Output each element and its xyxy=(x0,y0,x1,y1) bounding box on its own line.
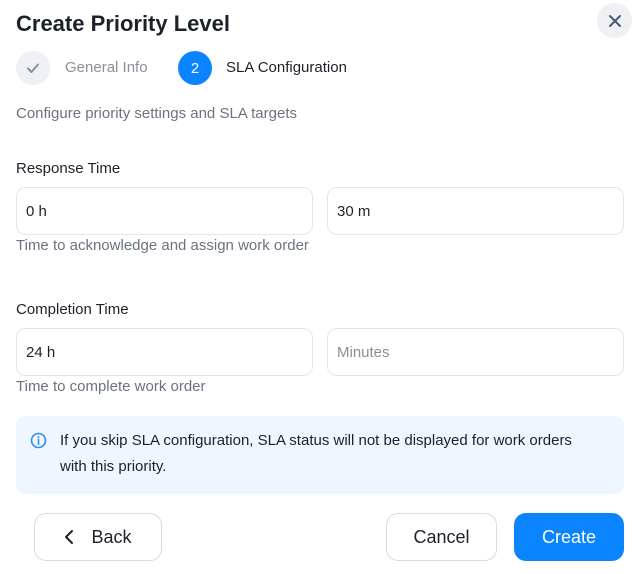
completion-hours-input[interactable] xyxy=(16,328,313,376)
check-icon xyxy=(27,63,39,73)
back-button[interactable]: Back xyxy=(34,513,162,561)
chevron-left-icon xyxy=(65,530,74,544)
create-button[interactable]: Create xyxy=(514,513,624,561)
step-1-indicator xyxy=(16,51,50,85)
close-button[interactable] xyxy=(597,3,632,38)
back-button-label: Back xyxy=(91,526,132,547)
info-icon xyxy=(30,432,47,449)
completion-time-label: Completion Time xyxy=(16,301,129,318)
close-icon xyxy=(608,14,621,27)
info-text: If you skip SLA configuration, SLA statu… xyxy=(60,432,572,475)
sla-info-callout: If you skip SLA configuration, SLA statu… xyxy=(16,416,624,494)
cancel-button-label: Cancel xyxy=(413,526,470,547)
cancel-button[interactable]: Cancel xyxy=(386,513,497,561)
create-button-label: Create xyxy=(541,526,597,547)
step-2-indicator: 2 xyxy=(178,51,212,85)
completion-time-helper: Time to complete work order xyxy=(16,378,206,395)
step-1-label: General Info xyxy=(65,59,148,76)
dialog-title: Create Priority Level xyxy=(16,11,230,36)
step-2-label: SLA Configuration xyxy=(226,59,347,76)
response-time-label: Response Time xyxy=(16,160,121,177)
completion-minutes-input[interactable] xyxy=(327,328,624,376)
create-priority-dialog: Create Priority Level General Info 2 SLA… xyxy=(0,0,644,574)
response-time-helper: Time to acknowledge and assign work orde… xyxy=(16,237,309,254)
dialog-subtitle: Configure priority settings and SLA targ… xyxy=(16,105,297,122)
response-hours-input[interactable] xyxy=(16,187,313,235)
response-minutes-input[interactable] xyxy=(327,187,624,235)
